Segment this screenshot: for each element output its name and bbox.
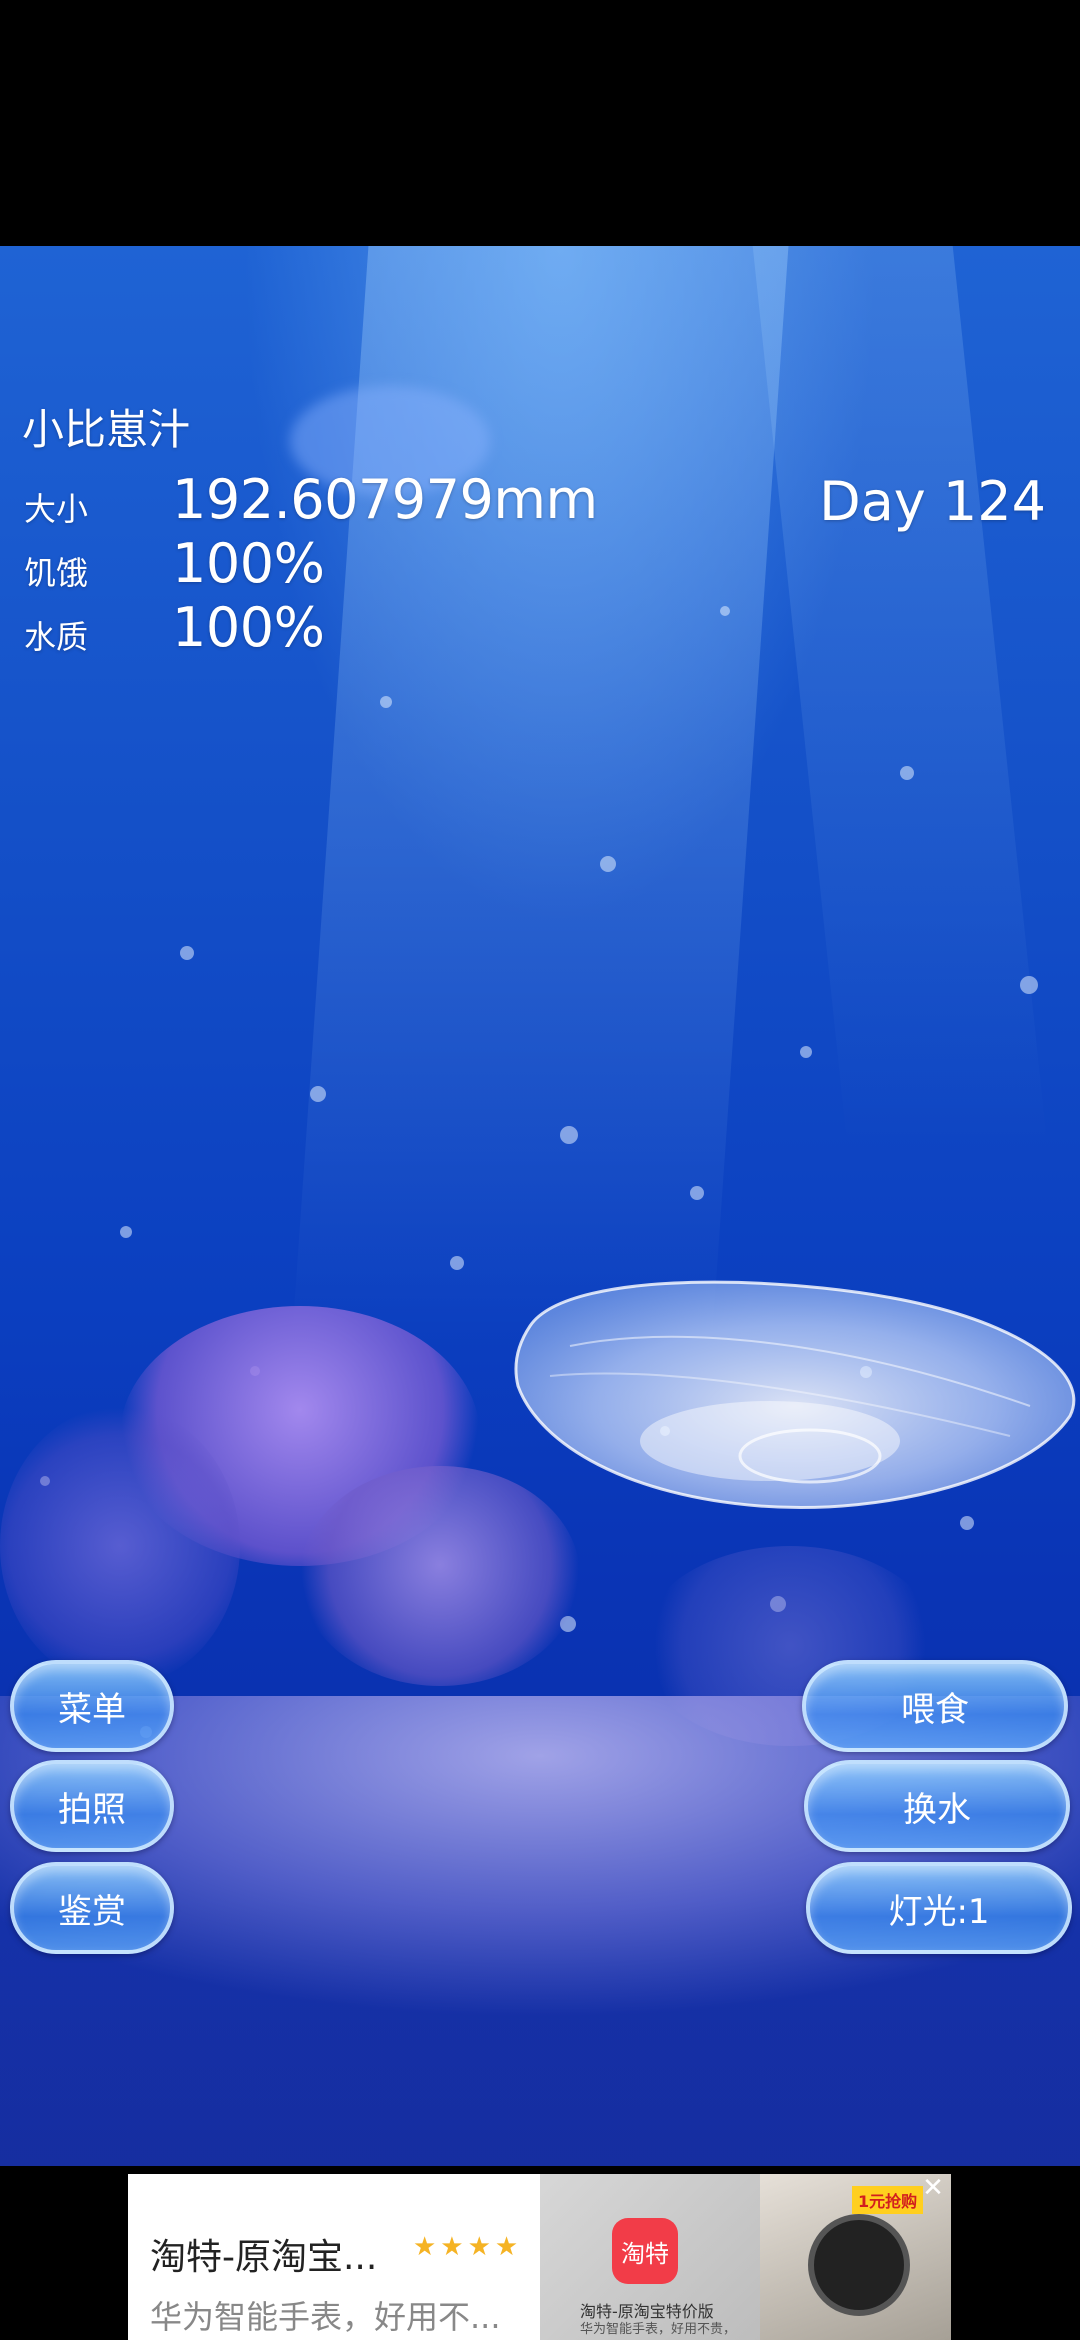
bubble bbox=[600, 856, 616, 872]
close-icon[interactable]: ✕ bbox=[921, 2175, 945, 2201]
ad-promo-badge: 1元抢购 bbox=[852, 2186, 924, 2214]
size-value: 192.607979mm bbox=[172, 468, 598, 531]
ad-banner: 淘特-原淘宝... ★★★★ 华为智能手表，好用不... 淘特 淘特-原淘宝特价… bbox=[0, 2166, 1080, 2340]
ad-title: 淘特-原淘宝... bbox=[150, 2237, 378, 2278]
ad-subtitle: 华为智能手表，好用不... bbox=[150, 2298, 501, 2336]
bubble bbox=[900, 766, 914, 780]
change-water-button[interactable]: 换水 bbox=[804, 1760, 1070, 1852]
bubble bbox=[120, 1226, 132, 1238]
size-label: 大小 bbox=[24, 490, 89, 528]
light-button[interactable]: 灯光:1 bbox=[806, 1862, 1072, 1954]
feed-button[interactable]: 喂食 bbox=[802, 1660, 1068, 1752]
top-black-bar bbox=[0, 0, 1080, 246]
hunger-label: 饥饿 bbox=[24, 554, 89, 592]
bubble bbox=[310, 1086, 326, 1102]
appreciate-button[interactable]: 鉴赏 bbox=[10, 1862, 174, 1954]
water-quality-label: 水质 bbox=[24, 618, 89, 656]
smartwatch-image bbox=[808, 2214, 910, 2316]
photo-button[interactable]: 拍照 bbox=[10, 1760, 174, 1852]
bubble bbox=[560, 1126, 578, 1144]
hunger-value: 100% bbox=[172, 532, 325, 595]
bubble bbox=[380, 696, 392, 708]
jellyfish-sprite[interactable] bbox=[510, 1266, 1080, 1526]
menu-button[interactable]: 菜单 bbox=[10, 1660, 174, 1752]
day-counter: Day 124 bbox=[819, 470, 1046, 533]
jellyfish-name: 小比崽汁 bbox=[22, 405, 191, 454]
bubble bbox=[1020, 976, 1038, 994]
ad-app-icon: 淘特 bbox=[612, 2218, 678, 2284]
ad-rating-stars: ★★★★ bbox=[413, 2232, 523, 2262]
bubble bbox=[180, 946, 194, 960]
light-ray bbox=[752, 246, 1048, 1146]
ad-card[interactable]: 淘特-原淘宝... ★★★★ 华为智能手表，好用不... 淘特 淘特-原淘宝特价… bbox=[128, 2174, 951, 2340]
ad-image-caption-sub: 华为智能手表，好用不贵， bbox=[580, 2322, 737, 2337]
coral bbox=[0, 1406, 240, 1686]
ad-image-app: 淘特 淘特-原淘宝特价版 华为智能手表，好用不贵， bbox=[540, 2174, 760, 2340]
bubble bbox=[800, 1046, 812, 1058]
bubble bbox=[690, 1186, 704, 1200]
bubble bbox=[720, 606, 730, 616]
water-quality-value: 100% bbox=[172, 596, 325, 659]
bubble bbox=[450, 1256, 464, 1270]
